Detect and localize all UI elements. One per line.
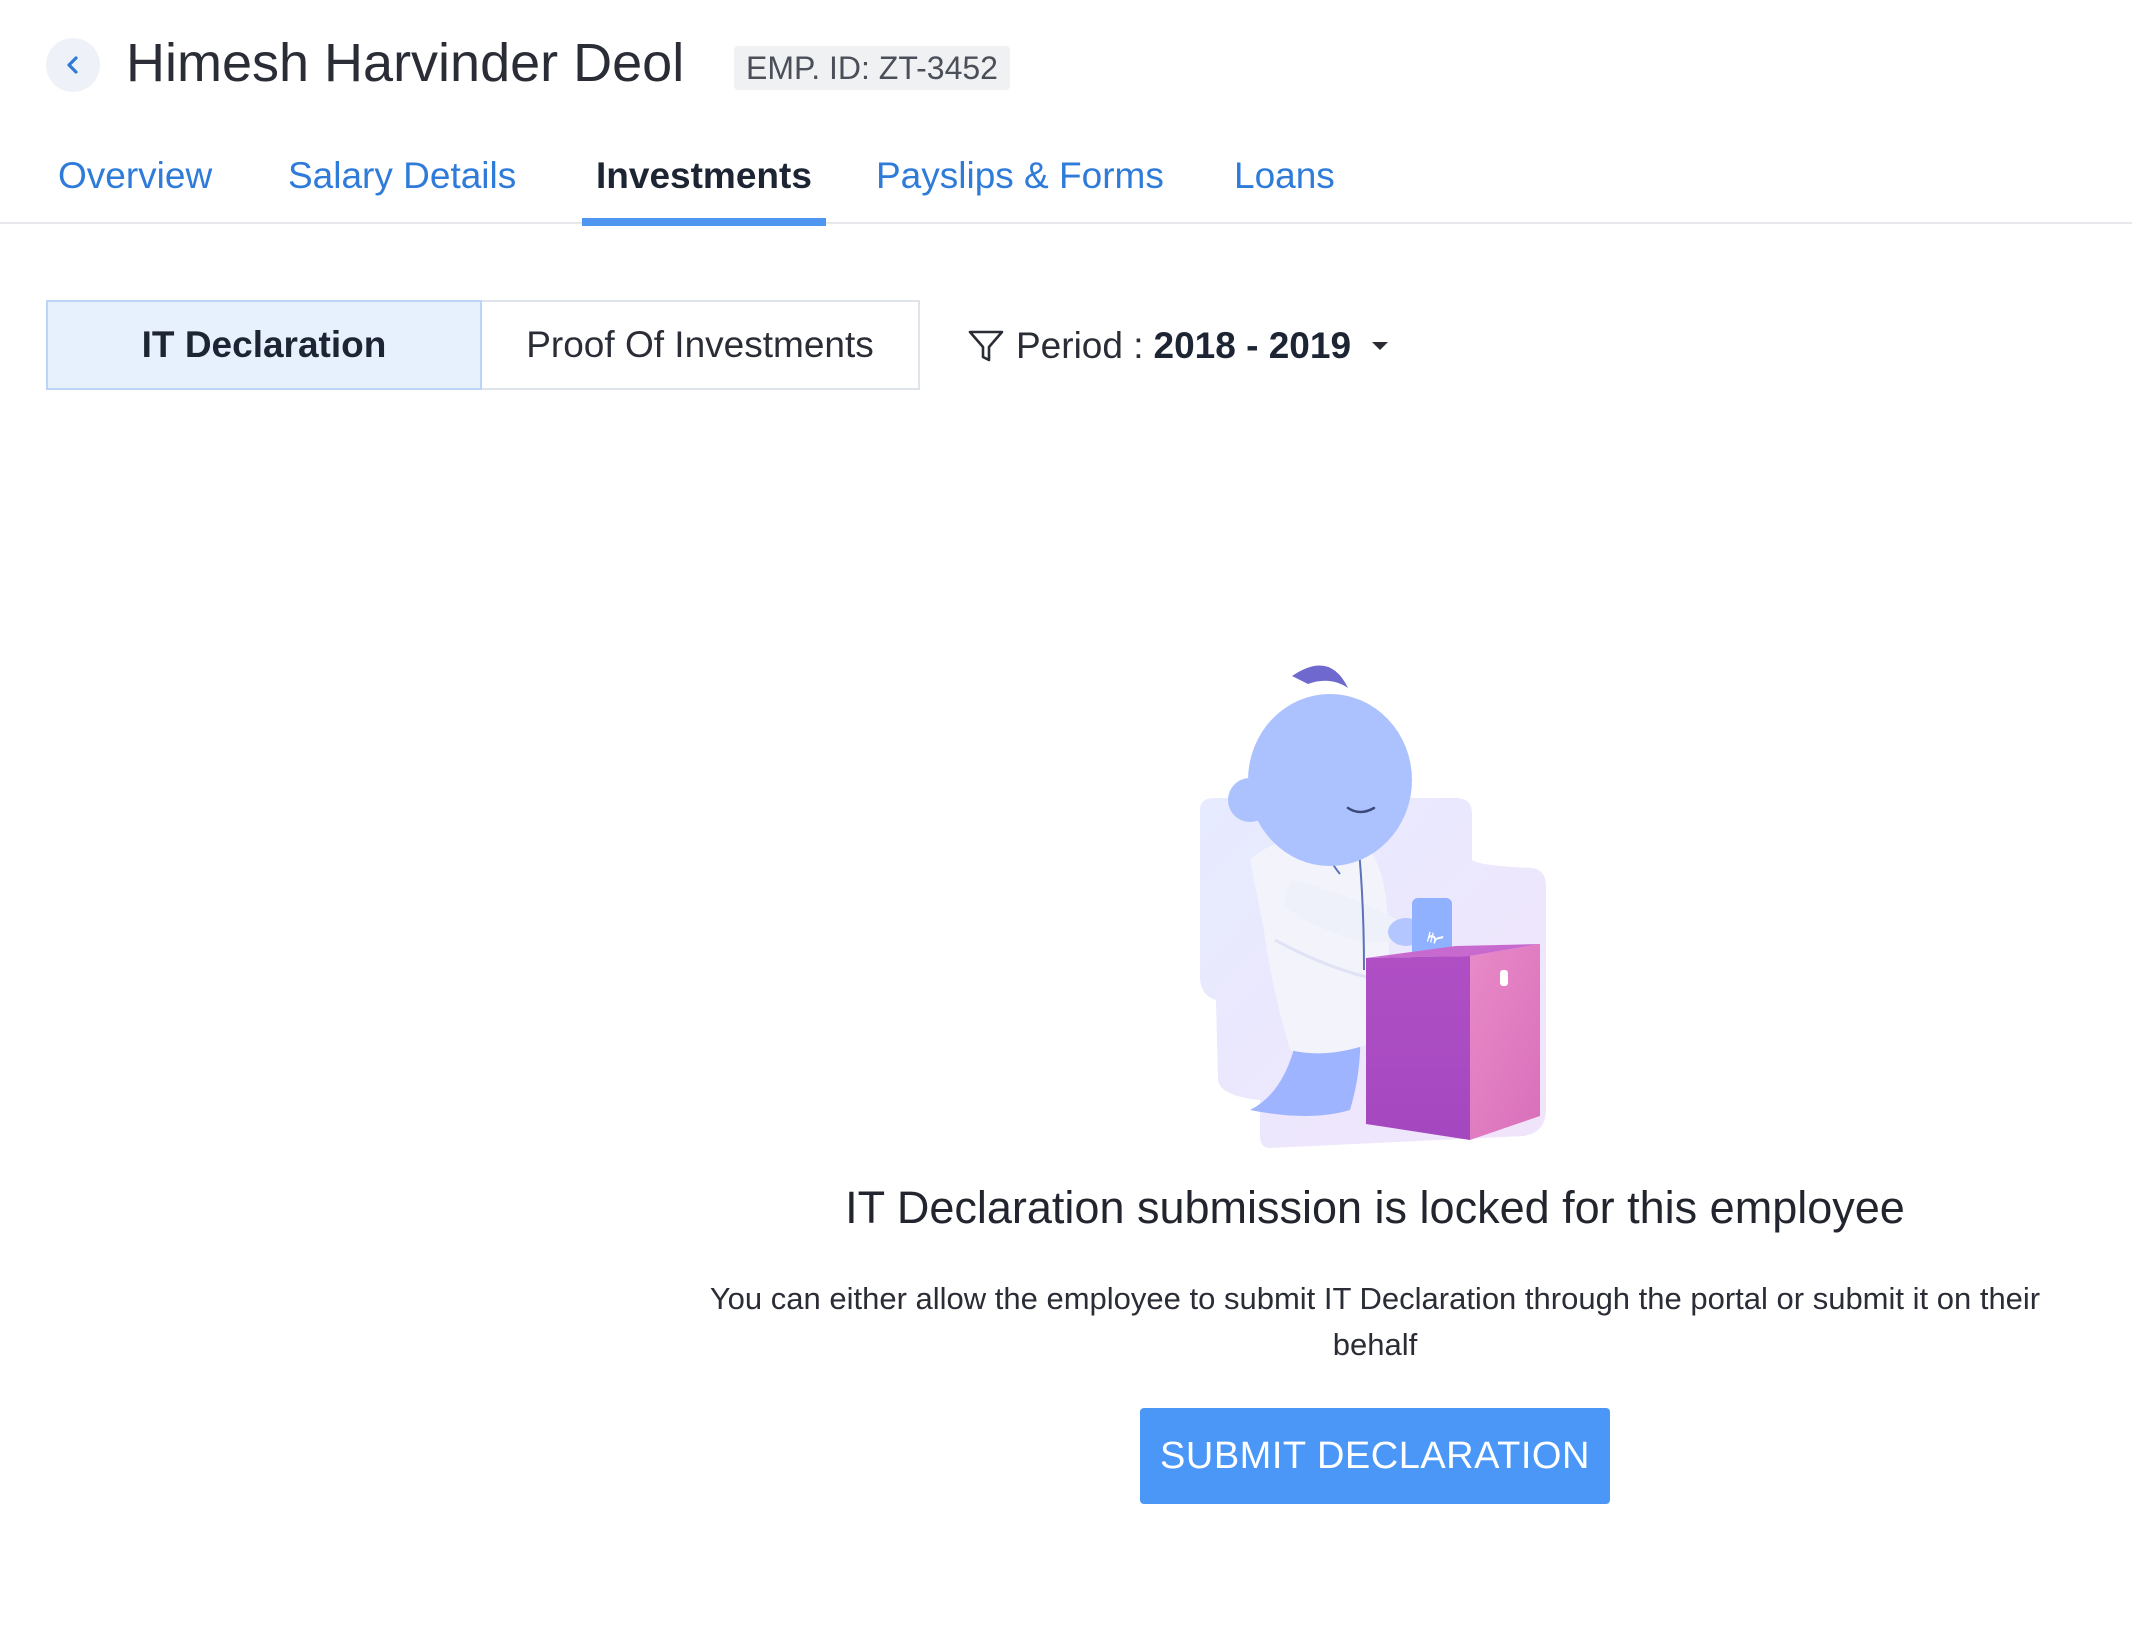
tab-payslips-forms[interactable]: Payslips & Forms (876, 150, 1164, 220)
back-button[interactable] (46, 38, 100, 92)
employee-name: Himesh Harvinder Deol (126, 33, 685, 93)
tab-salary-details[interactable]: Salary Details (288, 150, 516, 220)
period-value: 2018 - 2019 (1153, 325, 1352, 366)
locked-declaration-illustration: ₹ (1200, 665, 1546, 1148)
it-declaration-toggle[interactable]: IT Declaration (46, 300, 482, 390)
tab-overview[interactable]: Overview (58, 150, 212, 220)
employee-id-badge: EMP. ID: ZT-3452 (734, 46, 1010, 90)
locked-message-title: IT Declaration submission is locked for … (845, 1182, 1905, 1233)
locked-message-description: You can either allow the employee to sub… (709, 1281, 2041, 1362)
tab-investments[interactable]: Investments (582, 150, 826, 226)
proof-of-investments-toggle[interactable]: Proof Of Investments (482, 300, 920, 390)
tab-bar: Overview Salary Details Investments Pays… (0, 140, 2132, 226)
chevron-left-icon (67, 56, 78, 74)
employee-investments-page: Himesh Harvinder Deol EMP. ID: ZT-3452 O… (0, 0, 2132, 1648)
declaration-type-toggle: IT Declaration Proof Of Investments (46, 300, 920, 390)
period-label: Period : (1016, 325, 1144, 366)
caret-down-icon (1372, 342, 1389, 350)
tab-loans[interactable]: Loans (1234, 150, 1335, 220)
period-filter[interactable]: Period : 2018 - 2019 (966, 318, 1393, 374)
submit-declaration-button[interactable]: SUBMIT DECLARATION (1140, 1408, 1610, 1504)
filter-icon (968, 330, 1004, 362)
